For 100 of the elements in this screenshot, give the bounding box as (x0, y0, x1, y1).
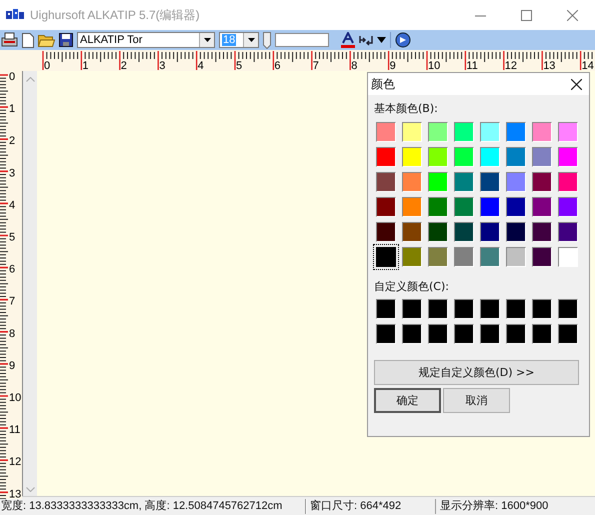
color-swatch[interactable] (480, 122, 500, 142)
color-swatch[interactable] (428, 222, 448, 242)
text-direction-icon[interactable] (359, 34, 373, 46)
cancel-button[interactable]: 取消 (443, 388, 510, 413)
color-swatch[interactable] (532, 247, 552, 267)
color-swatch[interactable] (480, 247, 500, 267)
color-swatch[interactable] (506, 222, 526, 242)
color-swatch[interactable] (480, 324, 500, 344)
caret-icon[interactable] (248, 38, 254, 42)
color-swatch[interactable] (506, 324, 526, 344)
color-swatch[interactable] (376, 324, 396, 344)
color-swatch[interactable] (480, 299, 500, 319)
color-swatch[interactable] (376, 247, 396, 267)
color-swatch[interactable] (532, 324, 552, 344)
color-swatch[interactable] (402, 299, 422, 319)
color-swatch[interactable] (480, 172, 500, 192)
color-swatch[interactable] (454, 172, 474, 192)
color-swatch[interactable] (558, 147, 578, 167)
color-swatch[interactable] (558, 172, 578, 192)
color-swatch[interactable] (506, 122, 526, 142)
ruler-number: 14 (582, 60, 594, 71)
color-swatch[interactable] (376, 172, 396, 192)
caret-icon[interactable] (204, 38, 210, 42)
basic-colors-label: 基本颜色(B): (374, 101, 439, 116)
ruler-number: 3 (9, 167, 16, 180)
color-swatch[interactable] (454, 222, 474, 242)
color-swatch[interactable] (558, 247, 578, 267)
color-swatch[interactable] (532, 222, 552, 242)
text-field[interactable] (275, 33, 329, 47)
color-swatch[interactable] (428, 197, 448, 217)
ruler-number: 0 (9, 71, 16, 83)
color-swatch[interactable] (402, 122, 422, 142)
printer-icon[interactable] (1, 32, 18, 48)
dialog-title: 颜色 (371, 76, 395, 92)
close-icon[interactable] (571, 78, 582, 90)
save-icon[interactable] (59, 33, 73, 47)
color-swatch[interactable] (454, 122, 474, 142)
color-swatch[interactable] (480, 147, 500, 167)
color-swatch[interactable] (454, 299, 474, 319)
caret-icon[interactable] (377, 37, 386, 43)
new-document-icon[interactable] (22, 32, 34, 48)
color-swatch[interactable] (506, 247, 526, 267)
color-swatch[interactable] (480, 197, 500, 217)
color-swatch[interactable] (428, 324, 448, 344)
ruler-number: 11 (9, 424, 20, 436)
ruler-number: 12 (9, 456, 22, 468)
color-swatch[interactable] (402, 147, 422, 167)
color-swatch[interactable] (428, 147, 448, 167)
ok-button[interactable]: 确定 (374, 388, 441, 413)
color-swatch[interactable] (558, 197, 578, 217)
ruler-number: 7 (312, 60, 319, 71)
status-text: 宽度: 13.8333333333333cm, 高度: 12.5084745762712cm (0, 498, 306, 514)
color-swatch[interactable] (402, 222, 422, 242)
ruler-number: 2 (120, 60, 127, 71)
maximize-icon[interactable] (521, 10, 532, 20)
color-swatch[interactable] (506, 197, 526, 217)
color-swatch[interactable] (428, 299, 448, 319)
color-swatch[interactable] (532, 299, 552, 319)
color-swatch[interactable] (532, 197, 552, 217)
color-swatch[interactable] (376, 222, 396, 242)
define-custom-colors-button[interactable]: 规定自定义颜色(D) >> (374, 360, 579, 385)
color-swatch[interactable] (558, 122, 578, 142)
color-swatch[interactable] (558, 299, 578, 319)
color-swatch[interactable] (402, 197, 422, 217)
ruler-number: 6 (274, 60, 281, 71)
color-swatch[interactable] (454, 247, 474, 267)
slider-thumb-icon[interactable] (263, 32, 271, 48)
color-swatch[interactable] (480, 222, 500, 242)
color-swatch[interactable] (558, 222, 578, 242)
color-swatch[interactable] (428, 122, 448, 142)
color-swatch[interactable] (506, 147, 526, 167)
color-swatch[interactable] (376, 147, 396, 167)
color-swatch[interactable] (558, 324, 578, 344)
color-swatch[interactable] (532, 122, 552, 142)
color-swatch[interactable] (506, 172, 526, 192)
color-swatch[interactable] (454, 197, 474, 217)
ruler-number: 8 (351, 60, 358, 71)
color-swatch[interactable] (376, 122, 396, 142)
color-swatch[interactable] (402, 324, 422, 344)
font-dropdown[interactable]: ALKATIP Tor (77, 32, 215, 48)
color-swatch[interactable] (532, 147, 552, 167)
font-color-icon[interactable] (341, 32, 355, 48)
color-swatch[interactable] (376, 299, 396, 319)
color-swatch[interactable] (454, 147, 474, 167)
color-swatch[interactable] (428, 247, 448, 267)
status-text: 显示分辨率: 1600*900 (439, 498, 548, 514)
ruler-number: 3 (159, 60, 166, 71)
color-swatch[interactable] (428, 172, 448, 192)
ruler-number: 0 (44, 60, 50, 71)
color-swatch[interactable] (454, 324, 474, 344)
ruler-number: 4 (9, 199, 16, 212)
ruler-number: 1 (82, 60, 89, 71)
folder-icon[interactable] (38, 33, 55, 47)
ruler-number: 6 (9, 264, 16, 276)
color-swatch[interactable] (376, 197, 396, 217)
color-swatch[interactable] (402, 247, 422, 267)
color-swatch[interactable] (402, 172, 422, 192)
color-swatch[interactable] (532, 172, 552, 192)
ruler-number: 12 (504, 60, 518, 71)
color-swatch[interactable] (506, 299, 526, 319)
